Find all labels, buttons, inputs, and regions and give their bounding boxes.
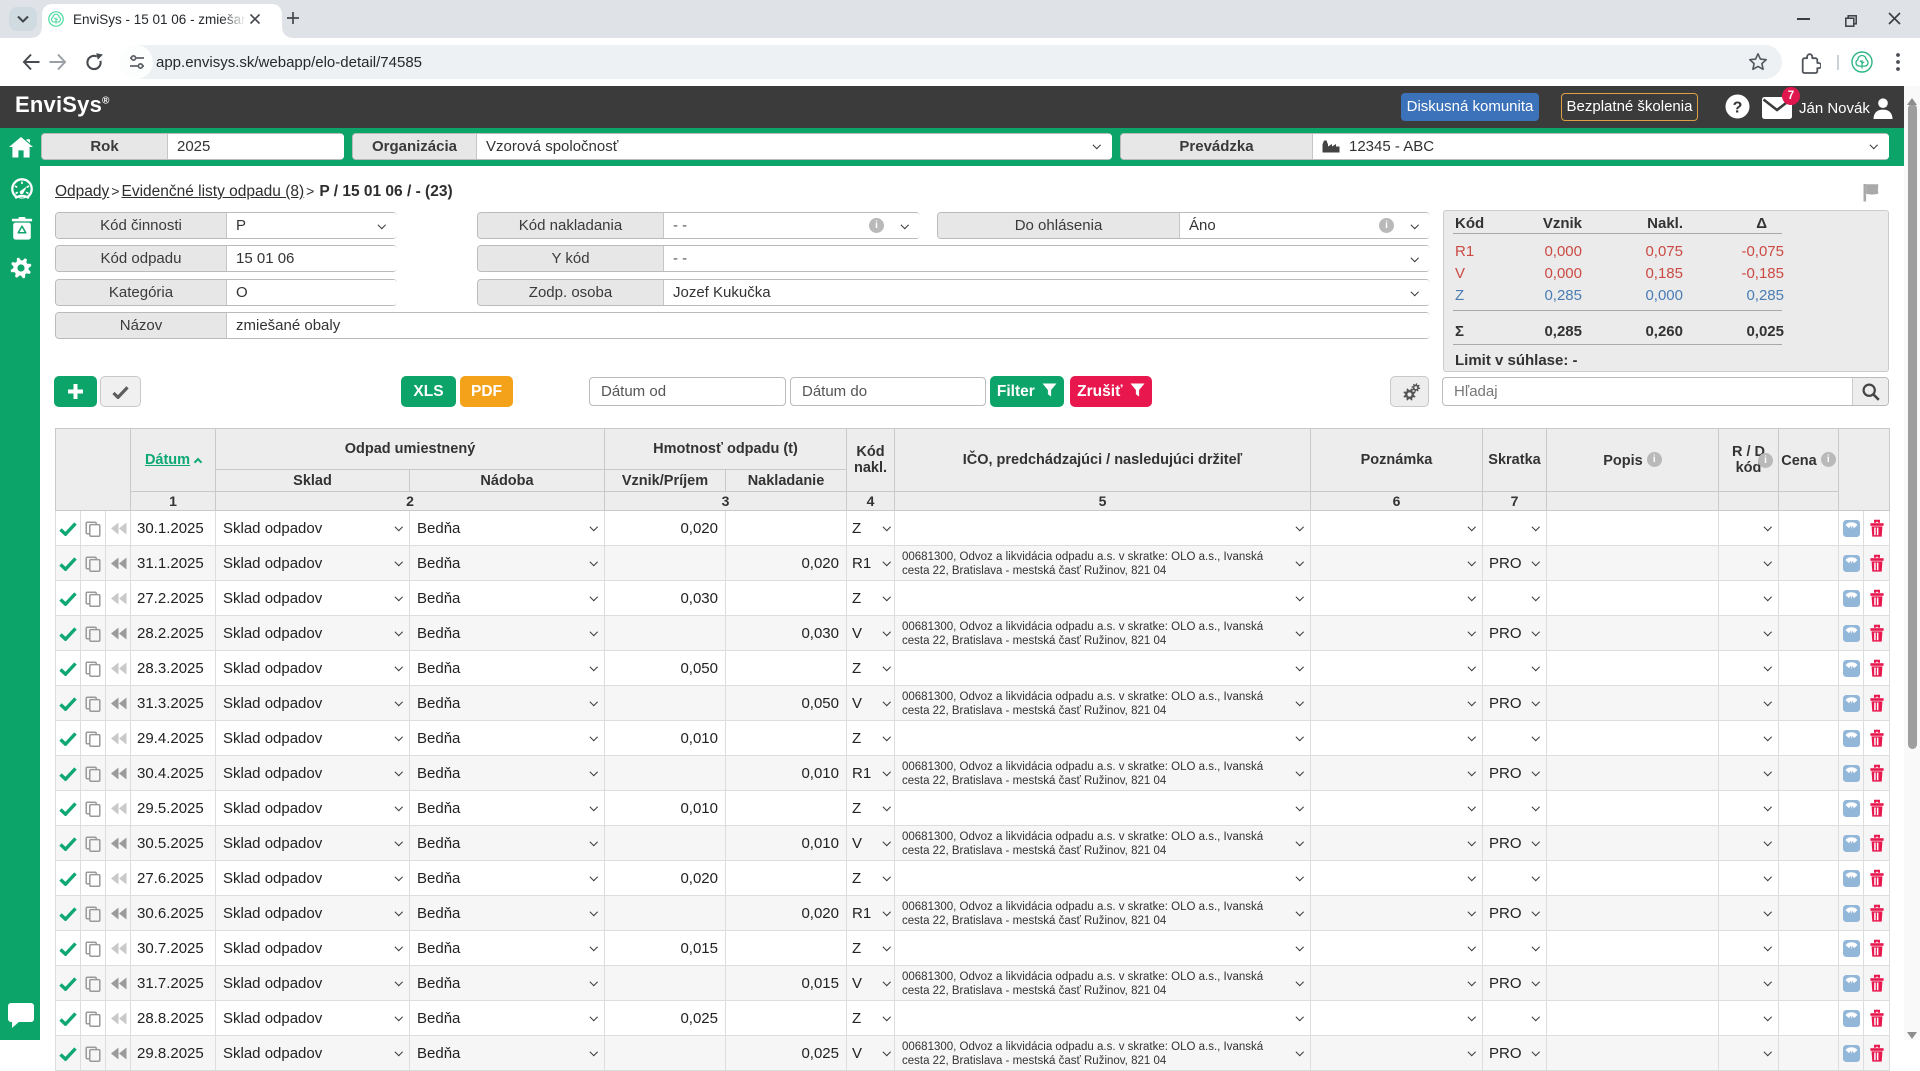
- svg-text:?: ?: [1733, 100, 1743, 117]
